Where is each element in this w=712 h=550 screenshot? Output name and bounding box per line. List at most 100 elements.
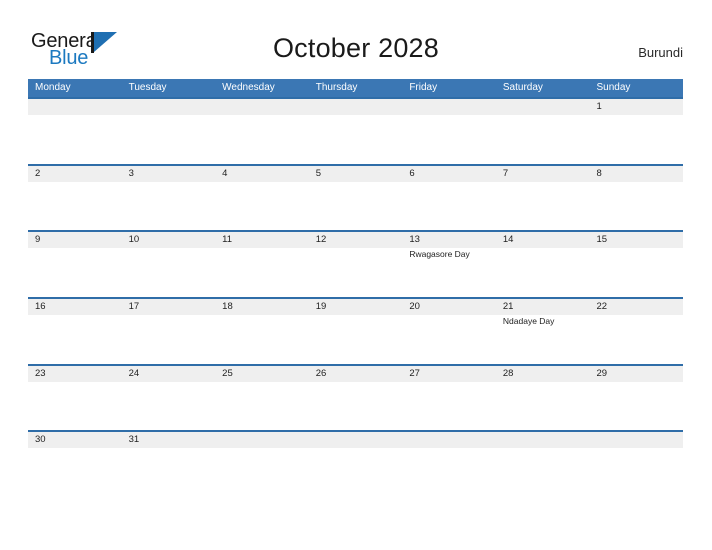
day-number: 29 (596, 367, 608, 379)
day-number (409, 99, 496, 115)
day-cell[interactable]: 21 Ndadaye Day (496, 299, 590, 364)
day-cell[interactable] (309, 432, 403, 452)
day-cell[interactable]: 11 (215, 232, 309, 297)
week-cells: 23 24 25 26 27 28 29 (28, 366, 683, 431)
day-number (503, 432, 590, 448)
day-number: 12 (315, 234, 327, 246)
day-cell[interactable]: 17 (122, 299, 216, 364)
day-number: 22 (596, 301, 608, 313)
day-cell[interactable]: 19 (309, 299, 403, 364)
weekday-header-row: Monday Tuesday Wednesday Thursday Friday… (28, 79, 683, 97)
day-cell[interactable] (215, 99, 309, 164)
day-cell[interactable]: 28 (496, 366, 590, 431)
day-cell[interactable]: 1 (589, 99, 683, 164)
day-cell[interactable]: 26 (309, 366, 403, 431)
day-cell[interactable]: 2 (28, 166, 122, 231)
day-number: 13 (409, 234, 420, 246)
week-cells: 9 10 11 12 13 Rwagasore Day 14 15 (28, 232, 683, 297)
week-row: 1 (28, 97, 683, 164)
day-cell[interactable]: 30 (28, 432, 122, 452)
day-number (596, 432, 683, 448)
day-number: 28 (502, 367, 514, 379)
day-number: 17 (128, 301, 140, 313)
week-cells: 30 31 (28, 432, 683, 452)
day-cell[interactable]: 5 (309, 166, 403, 231)
day-cell[interactable] (309, 99, 403, 164)
day-cell[interactable]: 16 (28, 299, 122, 364)
week-row: 9 10 11 12 13 Rwagasore Day 14 15 (28, 230, 683, 297)
day-cell[interactable]: 25 (215, 366, 309, 431)
day-number (316, 432, 403, 448)
day-cell[interactable]: 13 Rwagasore Day (402, 232, 496, 297)
page-title: October 2028 (272, 33, 439, 63)
day-number: 15 (596, 234, 608, 246)
day-number: 19 (315, 301, 327, 313)
day-number: 20 (409, 301, 420, 313)
weekday-header-sunday: Sunday (596, 82, 631, 93)
week-row: 30 31 (28, 430, 683, 452)
day-number: 31 (128, 434, 140, 446)
day-number: 6 (409, 167, 415, 179)
day-cell[interactable]: 18 (215, 299, 309, 364)
day-number: 9 (35, 234, 41, 246)
day-number: 27 (409, 367, 420, 379)
calendar-page: General Blue October 2028 Burundi Monday… (0, 0, 712, 550)
day-number (409, 432, 496, 448)
week-row: 2 3 4 5 6 7 8 (28, 163, 683, 231)
day-number: 24 (128, 367, 140, 379)
calendar-grid: Monday Tuesday Wednesday Thursday Friday… (28, 79, 683, 452)
day-cell[interactable] (496, 99, 590, 164)
day-cell[interactable]: 10 (122, 232, 216, 297)
day-cell[interactable] (28, 99, 122, 164)
day-cell[interactable]: 24 (122, 366, 216, 431)
day-number (222, 432, 309, 448)
day-cell[interactable]: 20 (402, 299, 496, 364)
day-cell[interactable] (402, 99, 496, 164)
day-number: 16 (35, 301, 46, 313)
day-cell[interactable]: 31 (122, 432, 216, 452)
day-cell[interactable]: 22 (589, 299, 683, 364)
day-number (222, 99, 309, 115)
day-cell[interactable]: 9 (28, 232, 122, 297)
day-cell[interactable] (496, 432, 590, 452)
day-number (35, 99, 122, 115)
day-cell[interactable]: 12 (309, 232, 403, 297)
week-cells: 16 17 18 19 20 21 Ndadaye Day 22 (28, 299, 683, 364)
day-cell[interactable]: 8 (589, 166, 683, 231)
day-number: 2 (35, 167, 41, 179)
day-number: 11 (222, 234, 233, 246)
day-number (503, 99, 590, 115)
day-cell[interactable]: 23 (28, 366, 122, 431)
day-number: 10 (128, 234, 140, 246)
day-number (129, 99, 216, 115)
day-number: 26 (315, 367, 327, 379)
day-cell[interactable] (215, 432, 309, 452)
week-row: 16 17 18 19 20 21 Ndadaye Day 22 (28, 297, 683, 364)
day-number: 14 (502, 234, 514, 246)
day-number: 18 (222, 301, 233, 313)
day-cell[interactable]: 14 (496, 232, 590, 297)
day-cell[interactable]: 27 (402, 366, 496, 431)
weekday-header-friday: Friday (409, 82, 438, 93)
day-number: 25 (222, 367, 233, 379)
day-cell[interactable] (589, 432, 683, 452)
day-number: 5 (315, 167, 322, 179)
weekday-header-thursday: Thursday (315, 82, 358, 93)
day-cell[interactable]: 3 (122, 166, 216, 231)
week-row: 23 24 25 26 27 28 29 (28, 363, 683, 431)
day-cell[interactable]: 4 (215, 166, 309, 231)
day-event: Rwagasore Day (409, 249, 470, 260)
weekday-header-wednesday: Wednesday (222, 82, 275, 93)
day-cell[interactable]: 7 (496, 166, 590, 231)
day-cell[interactable]: 29 (589, 366, 683, 431)
day-cell[interactable] (402, 432, 496, 452)
week-cells: 1 (28, 99, 683, 164)
weekday-header-tuesday: Tuesday (128, 82, 167, 93)
day-cell[interactable]: 15 (589, 232, 683, 297)
weekday-header-monday: Monday (35, 82, 71, 93)
day-cell[interactable] (122, 99, 216, 164)
page-header: General Blue October 2028 Burundi (0, 0, 712, 79)
day-cell[interactable]: 6 (402, 166, 496, 231)
day-number: 4 (222, 167, 228, 179)
day-number: 1 (596, 101, 602, 112)
